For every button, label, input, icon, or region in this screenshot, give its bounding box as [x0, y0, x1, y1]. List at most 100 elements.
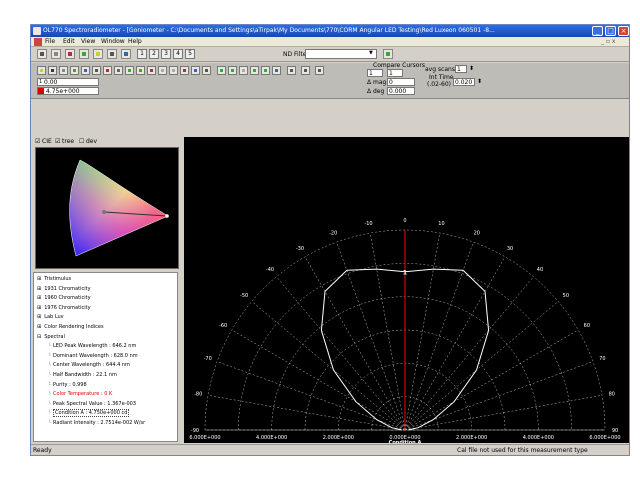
grid-icon[interactable]: [92, 66, 101, 75]
expand-icon[interactable]: ⊞: [37, 295, 41, 301]
page-1-button[interactable]: 1: [137, 49, 147, 59]
cie-checkbox[interactable]: ☑: [35, 138, 40, 145]
ruler-icon[interactable]: [202, 66, 211, 75]
light-icon[interactable]: [93, 49, 103, 59]
tree-item[interactable]: └ Color Temperature : 0 K: [48, 391, 112, 397]
main-toolbar: 1 2 3 4 5 ND Filter ▼: [31, 47, 629, 62]
tree-item[interactable]: ⊟ Spectral: [37, 334, 65, 340]
minimize-button[interactable]: _: [592, 26, 603, 36]
expand-icon[interactable]: ⊞: [37, 305, 41, 311]
marker-icon[interactable]: [180, 66, 189, 75]
tree-item-label: 1931 Chromaticity: [44, 285, 91, 292]
tree-item[interactable]: └ LED Peak Wavelength : 646.2 nm: [48, 343, 136, 349]
results-tree[interactable]: ⊞ Tristimulus ⊞ 1931 Chromaticity ⊞ 1960 Chro…: [33, 272, 178, 442]
cursor-tool-icon[interactable]: [51, 49, 61, 59]
graph-icon[interactable]: [121, 49, 131, 59]
page-5-button[interactable]: 5: [185, 49, 195, 59]
page-3-button[interactable]: 3: [161, 49, 171, 59]
menu-file[interactable]: File: [45, 38, 55, 46]
tree-item[interactable]: ⊞ 1931 Chromaticity: [37, 286, 91, 292]
chromaticity-diagram[interactable]: [35, 147, 179, 269]
dev-checkbox[interactable]: ☐: [79, 138, 84, 145]
open-icon[interactable]: [37, 66, 46, 75]
tree-item[interactable]: └ Condition A : 4.750e+000 cd: [48, 409, 130, 418]
cursor-value-1[interactable]: 0.00: [37, 78, 99, 86]
zoom-icon[interactable]: [191, 66, 200, 75]
axis-icon[interactable]: [217, 66, 226, 75]
pin-icon[interactable]: [287, 66, 296, 75]
scan-icon[interactable]: [81, 66, 90, 75]
expand-icon[interactable]: ⊞: [37, 286, 41, 292]
delta-deg-field[interactable]: 0.000: [387, 87, 415, 95]
expand-icon[interactable]: ⊟: [37, 334, 41, 340]
pm-icon[interactable]: [301, 66, 310, 75]
tree-item-label: Tristimulus: [44, 276, 72, 282]
tree-item[interactable]: └ Purity : 0.998: [48, 382, 87, 388]
mdi-controls[interactable]: _ ▫ x: [601, 38, 615, 46]
pen-icon[interactable]: [169, 66, 178, 75]
line-up-icon[interactable]: [250, 66, 259, 75]
tree-item[interactable]: ⊞ Tristimulus: [37, 276, 71, 282]
menu-window[interactable]: Window: [101, 38, 125, 46]
crosshair-tool-icon[interactable]: [37, 49, 47, 59]
step-icon[interactable]: [239, 66, 248, 75]
chart-icon[interactable]: [103, 66, 112, 75]
export-icon[interactable]: [114, 66, 123, 75]
polar-plot-panel[interactable]: -90 -80 -70 -60 -50 -40 -30 -20 -10 0 10 20 30 40 50 60…: [184, 137, 630, 446]
int-time-field[interactable]: 0.020: [453, 78, 475, 86]
polar-plot[interactable]: -90 -80 -70 -60 -50 -40 -30 -20 -10 0 10 20 30 40 50 60…: [184, 137, 630, 446]
chevron-down-icon[interactable]: ▼: [369, 50, 373, 57]
int-time-stepper[interactable]: ⬍: [477, 78, 482, 85]
delta-mag-field[interactable]: 0: [387, 78, 415, 86]
tree-item[interactable]: └ Center Wavelength : 644.4 nm: [48, 362, 130, 368]
lamp-icon[interactable]: [79, 49, 89, 59]
menu-edit[interactable]: Edit: [63, 38, 75, 46]
eye-icon[interactable]: [107, 49, 117, 59]
line-down-icon[interactable]: [261, 66, 270, 75]
menu-help[interactable]: Help: [128, 38, 142, 46]
expand-icon[interactable]: ⊞: [37, 314, 41, 320]
compare-cursor-a[interactable]: 1: [367, 69, 383, 77]
disabled-tool-icon[interactable]: [158, 66, 167, 75]
tree-item[interactable]: ⊞ Color Rendering Indices: [37, 324, 104, 330]
print-icon[interactable]: [59, 66, 68, 75]
nd-filter-select[interactable]: [305, 49, 377, 59]
measure-icon[interactable]: [70, 66, 79, 75]
stop-icon[interactable]: [147, 66, 156, 75]
title-bar[interactable]: OL770 Spectroradiometer - [Goniometer - …: [31, 25, 629, 37]
compare-cursor-b[interactable]: 1: [387, 69, 403, 77]
play-icon[interactable]: [125, 66, 134, 75]
maximize-button[interactable]: □: [605, 26, 616, 36]
page-4-button[interactable]: 4: [173, 49, 183, 59]
tree-connector: └: [48, 372, 52, 378]
peak-tool-icon[interactable]: [65, 49, 75, 59]
tree-item[interactable]: ⊞ 1960 Chromaticity: [37, 295, 91, 301]
tree-item[interactable]: └ Peak Spectral Value : 1.367e-003: [48, 401, 136, 407]
expand-icon[interactable]: ⊞: [37, 276, 41, 282]
settings-icon[interactable]: [315, 66, 324, 75]
close-button[interactable]: ×: [618, 26, 629, 36]
compare-cursors-label: Compare Cursors: [373, 62, 425, 69]
tree-checkbox[interactable]: ☑: [55, 138, 60, 145]
avg-scans-field[interactable]: 1: [455, 65, 467, 73]
menu-view[interactable]: View: [81, 38, 95, 46]
tree-item[interactable]: └ Dominant Wavelength : 628.0 nm: [48, 353, 138, 359]
tree-item[interactable]: ⊞ Lab Luv: [37, 314, 64, 320]
apply-filter-icon[interactable]: [383, 49, 393, 59]
tree-item[interactable]: └ Half Bandwidth : 22.1 nm: [48, 372, 117, 378]
tree-connector: └: [48, 420, 52, 426]
fit-icon[interactable]: [272, 66, 281, 75]
angle-tick-label: 40: [537, 267, 543, 273]
avg-scans-stepper[interactable]: ⬍: [469, 65, 474, 72]
tree-item[interactable]: └ Radiant Intensity : 2.7514e-002 W/sr: [48, 420, 145, 426]
tree-item-label: Condition A : 4.750e+000 cd: [53, 409, 130, 418]
forward-icon[interactable]: [136, 66, 145, 75]
app-icon[interactable]: [33, 27, 41, 35]
save-icon[interactable]: [48, 66, 57, 75]
crosshair-icon[interactable]: [228, 66, 237, 75]
cursor-value-2[interactable]: 4.75e+000: [37, 87, 99, 95]
page-2-button[interactable]: 2: [149, 49, 159, 59]
expand-icon[interactable]: ⊞: [37, 324, 41, 330]
tree-item[interactable]: ⊞ 1976 Chromaticity: [37, 305, 91, 311]
document-icon[interactable]: [34, 38, 42, 46]
